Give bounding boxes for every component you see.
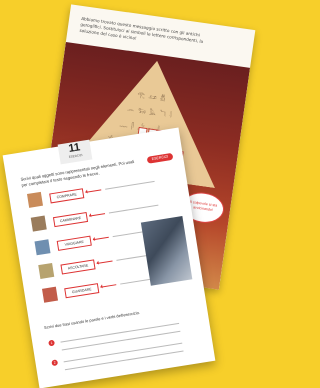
bottom-instructions: Scrivi due frasi usando le parole e i ve… xyxy=(43,309,141,330)
bullet-number: 2 xyxy=(51,359,59,367)
answer-line xyxy=(108,204,159,214)
arrow-icon xyxy=(89,213,106,217)
item-picture xyxy=(34,239,51,256)
item-picture xyxy=(26,191,44,208)
scene: Abbiamo trovato questo messaggio scritto… xyxy=(0,0,264,388)
item-word: GUARDARE xyxy=(64,283,100,299)
page-number-box: 11 ESERCIZI xyxy=(57,139,93,165)
item-word: ASCOLTARE xyxy=(60,259,96,275)
arrow-icon xyxy=(92,236,109,240)
answer-line xyxy=(64,350,184,370)
exercise-badge: ESERCIZI xyxy=(146,152,174,164)
item-word: CAMMINARE xyxy=(52,211,89,228)
bullet-number: 1 xyxy=(48,339,56,347)
item-picture xyxy=(38,262,55,279)
illustration-photo xyxy=(140,216,193,286)
arrow-icon xyxy=(100,284,117,288)
front-page-worksheet: 11 ESERCIZI Scrivi quali oggetti sono ra… xyxy=(2,127,216,388)
answer-line xyxy=(61,330,181,351)
answer-line xyxy=(105,180,155,190)
item-picture xyxy=(30,215,47,232)
item-picture xyxy=(42,286,59,303)
item-word: COMPRARE xyxy=(49,188,85,204)
item-word: VIAGGIARE xyxy=(56,235,92,251)
arrow-icon xyxy=(85,189,102,193)
arrow-icon xyxy=(96,260,113,264)
